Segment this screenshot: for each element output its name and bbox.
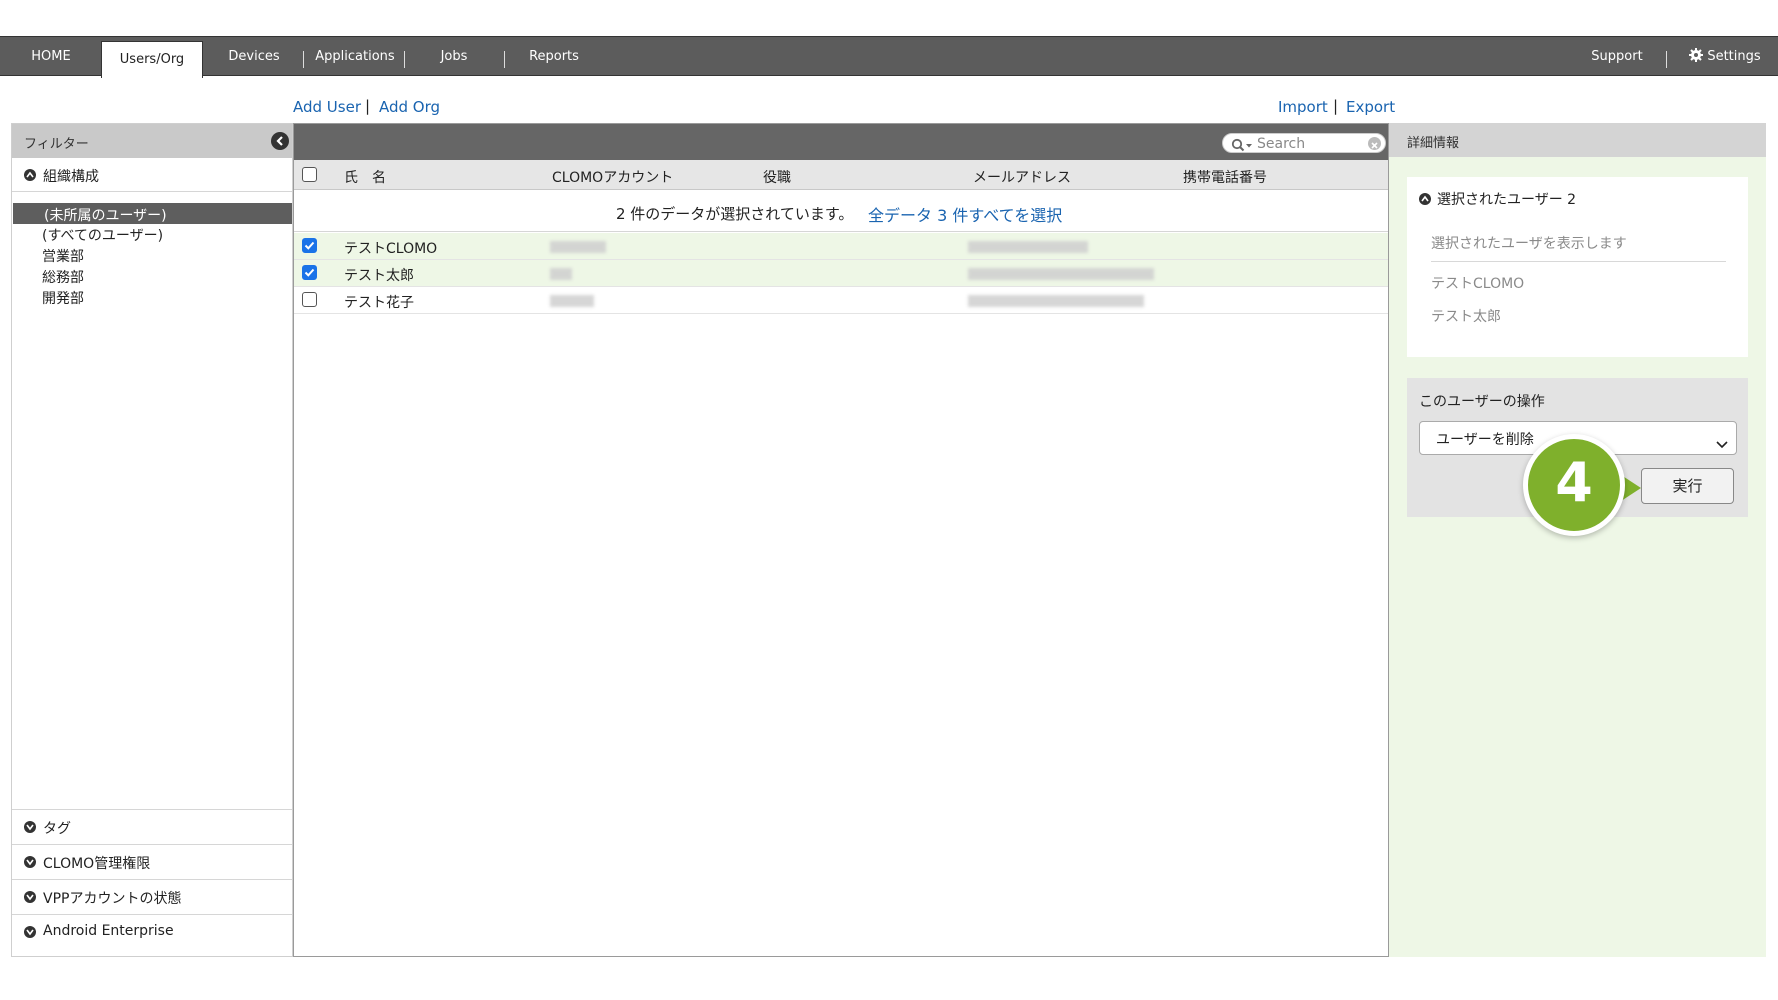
selected-users-card: 選択されたユーザー 2 選択されたユーザを表示します テストCLOMO テスト太…	[1407, 177, 1748, 357]
details-header: 詳細情報	[1389, 123, 1766, 157]
add-org-link[interactable]: Add Org	[379, 98, 440, 116]
org-item-unassigned[interactable]: (未所属のユーザー)	[13, 203, 292, 224]
user-list-panel: Search 氏 名 CLOMOアカウント 役職 メールアドレス 携帯電話番号 …	[293, 123, 1389, 957]
row-checkbox[interactable]	[302, 292, 317, 307]
tab-separator	[504, 51, 505, 68]
selected-user-item: テストCLOMO	[1431, 276, 1525, 292]
tab-separator	[404, 51, 405, 68]
search-placeholder: Search	[1257, 136, 1306, 152]
step-number-badge: 4	[1523, 434, 1625, 536]
filter-header: フィルター	[12, 124, 292, 158]
chevron-down-icon	[24, 891, 36, 903]
tab-separator	[303, 51, 304, 68]
tab-separator	[1666, 51, 1667, 68]
collapse-icon[interactable]	[271, 132, 289, 150]
org-section-label: 組織構成	[43, 169, 99, 185]
chevron-down-icon	[24, 821, 36, 833]
column-title[interactable]: 役職	[763, 167, 791, 187]
android-enterprise-section-label: Android Enterprise	[43, 923, 174, 939]
details-title: 詳細情報	[1407, 136, 1460, 151]
add-user-link[interactable]: Add User	[293, 98, 361, 116]
tab-jobs[interactable]: Jobs	[420, 37, 488, 77]
filter-panel: フィルター 組織構成 (未所属のユーザー) (すべてのユーザー) 営業部 総務部…	[11, 123, 293, 957]
search-icon	[1231, 137, 1253, 156]
chevron-up-icon	[1419, 193, 1431, 205]
column-mobile[interactable]: 携帯電話番号	[1183, 167, 1267, 187]
chevron-down-icon	[24, 856, 36, 868]
table-row[interactable]: テスト花子	[294, 287, 1388, 314]
gear-icon	[1689, 39, 1704, 79]
export-link[interactable]: Export	[1346, 98, 1395, 116]
table-row[interactable]: テストCLOMO	[294, 233, 1388, 260]
app-root: HOME Users/Org Devices Applications Jobs…	[0, 0, 1778, 1000]
org-item-sales[interactable]: 営業部	[42, 246, 84, 266]
org-item-development[interactable]: 開発部	[42, 288, 84, 308]
search-input[interactable]: Search	[1222, 133, 1386, 153]
redacted-email	[968, 268, 1154, 280]
org-item-label: (未所属のユーザー)	[44, 208, 167, 224]
chevron-down-icon	[24, 926, 36, 938]
chevron-down-icon	[1716, 434, 1728, 453]
top-nav: HOME Users/Org Devices Applications Jobs…	[0, 36, 1778, 78]
table-header: 氏 名 CLOMOアカウント 役職 メールアドレス 携帯電話番号	[294, 160, 1388, 190]
vpp-section-label: VPPアカウントの状態	[43, 891, 182, 907]
clomo-admin-section-label: CLOMO管理権限	[43, 856, 151, 872]
redacted-email	[968, 241, 1088, 253]
tag-section-label: タグ	[43, 821, 71, 837]
table-row[interactable]: テスト太郎	[294, 260, 1388, 287]
selected-user-item: テスト太郎	[1431, 309, 1501, 325]
org-section-header[interactable]: 組織構成	[12, 158, 292, 192]
selected-users-header[interactable]: 選択されたユーザー 2	[1419, 189, 1576, 209]
tab-users-org[interactable]: Users/Org	[101, 41, 203, 78]
select-all-data-link[interactable]: 全データ 3 件すべてを選択	[868, 202, 1062, 226]
chevron-up-icon	[24, 169, 36, 181]
org-item-general-affairs[interactable]: 総務部	[42, 267, 84, 287]
row-checkbox[interactable]	[302, 265, 317, 280]
redacted-account	[550, 241, 606, 253]
tab-applications[interactable]: Applications	[310, 37, 400, 77]
details-panel: 詳細情報 選択されたユーザー 2 選択されたユーザを表示します テストCLOMO…	[1389, 123, 1766, 957]
selection-message: 2 件のデータが選択されています。	[616, 205, 854, 223]
import-link[interactable]: Import	[1278, 98, 1328, 116]
tab-home[interactable]: HOME	[0, 37, 102, 77]
column-name[interactable]: 氏 名	[344, 167, 386, 187]
redacted-account	[550, 268, 572, 280]
link-separator: |	[1333, 97, 1339, 115]
list-toolbar: Search	[294, 124, 1388, 160]
org-item-all-users[interactable]: (すべてのユーザー)	[42, 225, 163, 245]
operation-label: このユーザーの操作	[1419, 394, 1545, 410]
tab-reports[interactable]: Reports	[516, 37, 592, 77]
settings-label: Settings	[1707, 49, 1761, 64]
redacted-account	[550, 295, 594, 307]
redacted-email	[968, 295, 1144, 307]
select-all-checkbox[interactable]	[302, 167, 317, 182]
operation-value: ユーザーを削除	[1436, 432, 1534, 448]
tag-section-header[interactable]: タグ	[12, 809, 292, 844]
link-separator: |	[365, 97, 371, 115]
support-link[interactable]: Support	[1582, 37, 1652, 77]
settings-link[interactable]: Settings	[1680, 37, 1770, 77]
android-enterprise-section-header[interactable]: Android Enterprise	[12, 914, 292, 949]
show-selected-hint: 選択されたユーザを表示します	[1431, 236, 1627, 252]
vpp-section-header[interactable]: VPPアカウントの状態	[12, 879, 292, 914]
selection-banner: 2 件のデータが選択されています。 全データ 3 件すべてを選択	[294, 191, 1388, 232]
filter-title: フィルター	[24, 137, 89, 152]
clomo-admin-section-header[interactable]: CLOMO管理権限	[12, 844, 292, 879]
row-name: テスト太郎	[344, 268, 414, 284]
column-email[interactable]: メールアドレス	[973, 167, 1071, 187]
divider	[1431, 261, 1726, 262]
row-name: テストCLOMO	[344, 241, 438, 257]
run-button[interactable]: 実行	[1641, 468, 1734, 504]
row-name: テスト花子	[344, 295, 414, 311]
tab-devices[interactable]: Devices	[216, 37, 292, 77]
row-checkbox[interactable]	[302, 238, 317, 253]
clear-icon[interactable]	[1368, 137, 1381, 150]
selected-users-label: 選択されたユーザー 2	[1437, 192, 1577, 208]
column-account[interactable]: CLOMOアカウント	[552, 167, 673, 187]
